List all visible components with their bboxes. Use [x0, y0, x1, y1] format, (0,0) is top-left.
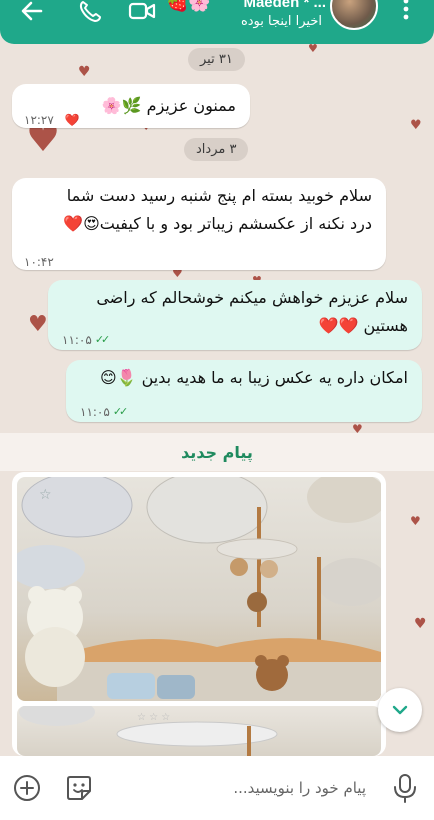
- chevron-down-icon: [392, 705, 408, 715]
- message-time-row: ۱۱:۰۵ ✓✓: [62, 326, 111, 354]
- message-time-row: ۱۱:۰۵ ✓✓: [80, 398, 129, 426]
- contact-status: اخیرا اینجا بوده: [240, 14, 322, 29]
- chat-area[interactable]: ♥ ♥ ♥ ♥ ♥ ♥ ♥ ♥ ♥ ♥ ♥ ♥ ۳۱ تیر ممنون عزی…: [0, 44, 434, 756]
- new-messages-divider: پیام جدید: [0, 433, 434, 471]
- outgoing-message[interactable]: امکان داره یه عکس زیبا به ما هدیه بدین 🌷…: [66, 360, 422, 422]
- name-emoji: 🍓🌸: [166, 0, 211, 13]
- message-text: سلام عزیزم خواهش میکنم خوشحالم که راضی ه…: [62, 284, 408, 340]
- message-line: سلام عزیزم خواهش میکنم خوشحالم که راضی: [96, 288, 408, 307]
- avatar[interactable]: [330, 0, 378, 30]
- message-line: سلام خوبید بسته ام پنج شنبه رسید دست شما: [66, 186, 372, 205]
- heart-decoration-icon: ♥: [414, 616, 427, 632]
- heart-decoration-icon: ♥: [410, 514, 421, 528]
- message-text: امکان داره یه عکس زیبا به ما هدیه بدین 🌷…: [99, 368, 408, 387]
- sticker-icon[interactable]: [64, 773, 94, 803]
- nursery-photo[interactable]: ☆ ☆ ☆: [17, 706, 381, 756]
- video-call-icon[interactable]: [126, 0, 158, 22]
- svg-text:☆: ☆: [39, 487, 52, 503]
- nursery-photo[interactable]: ☆: [17, 477, 381, 701]
- message-line: هستین ❤️❤️: [318, 316, 408, 335]
- double-check-icon: ✓✓: [112, 405, 129, 418]
- microphone-icon[interactable]: [390, 772, 420, 804]
- heart-reaction-icon[interactable]: ❤️: [65, 106, 80, 134]
- message-text: سلام خوبید بسته ام پنج شنبه رسید دست شما…: [26, 182, 372, 238]
- message-input[interactable]: [104, 772, 366, 804]
- heart-decoration-icon: ♥: [28, 312, 48, 337]
- heart-decoration-icon: ♥: [410, 118, 422, 133]
- chat-header: 🍓🌸 Maedeh * ... اخیرا اینجا بوده: [0, 0, 434, 44]
- message-time: ۱۲:۲۷: [24, 113, 54, 127]
- new-messages-label: پیام جدید: [181, 442, 253, 462]
- message-time: ۱۰:۴۲: [24, 255, 54, 269]
- message-composer: [0, 756, 434, 820]
- scroll-down-button[interactable]: [378, 688, 422, 732]
- date-chip: ۳۱ تیر: [188, 48, 245, 71]
- outgoing-message[interactable]: سلام عزیزم خواهش میکنم خوشحالم که راضی ه…: [48, 280, 422, 350]
- incoming-message[interactable]: سلام خوبید بسته ام پنج شنبه رسید دست شما…: [12, 178, 386, 270]
- heart-decoration-icon: ♥: [78, 64, 91, 80]
- date-chip: ۳ مرداد: [184, 138, 249, 161]
- contact-name[interactable]: Maedeh * ...: [243, 0, 326, 11]
- message-time-row: ۱۲:۲۷ ❤️: [24, 106, 80, 134]
- call-icon[interactable]: [76, 0, 104, 22]
- message-time: ۱۱:۰۵: [62, 333, 92, 347]
- message-time: ۱۱:۰۵: [80, 405, 110, 419]
- incoming-message[interactable]: ممنون عزیزم 🌿🌸 ۱۲:۲۷ ❤️: [12, 84, 250, 128]
- svg-text:☆ ☆ ☆: ☆ ☆ ☆: [137, 712, 170, 723]
- more-menu-icon[interactable]: [398, 0, 414, 20]
- back-arrow-icon[interactable]: [18, 0, 46, 22]
- image-message[interactable]: ☆ ☆ ☆ ☆: [12, 472, 386, 756]
- heart-decoration-icon: ♥: [308, 44, 318, 55]
- add-icon[interactable]: [12, 773, 42, 803]
- message-line: درد نکنه از عکسشم زیباتر بود و با کیفیت😍…: [63, 214, 372, 233]
- double-check-icon: ✓✓: [94, 333, 111, 346]
